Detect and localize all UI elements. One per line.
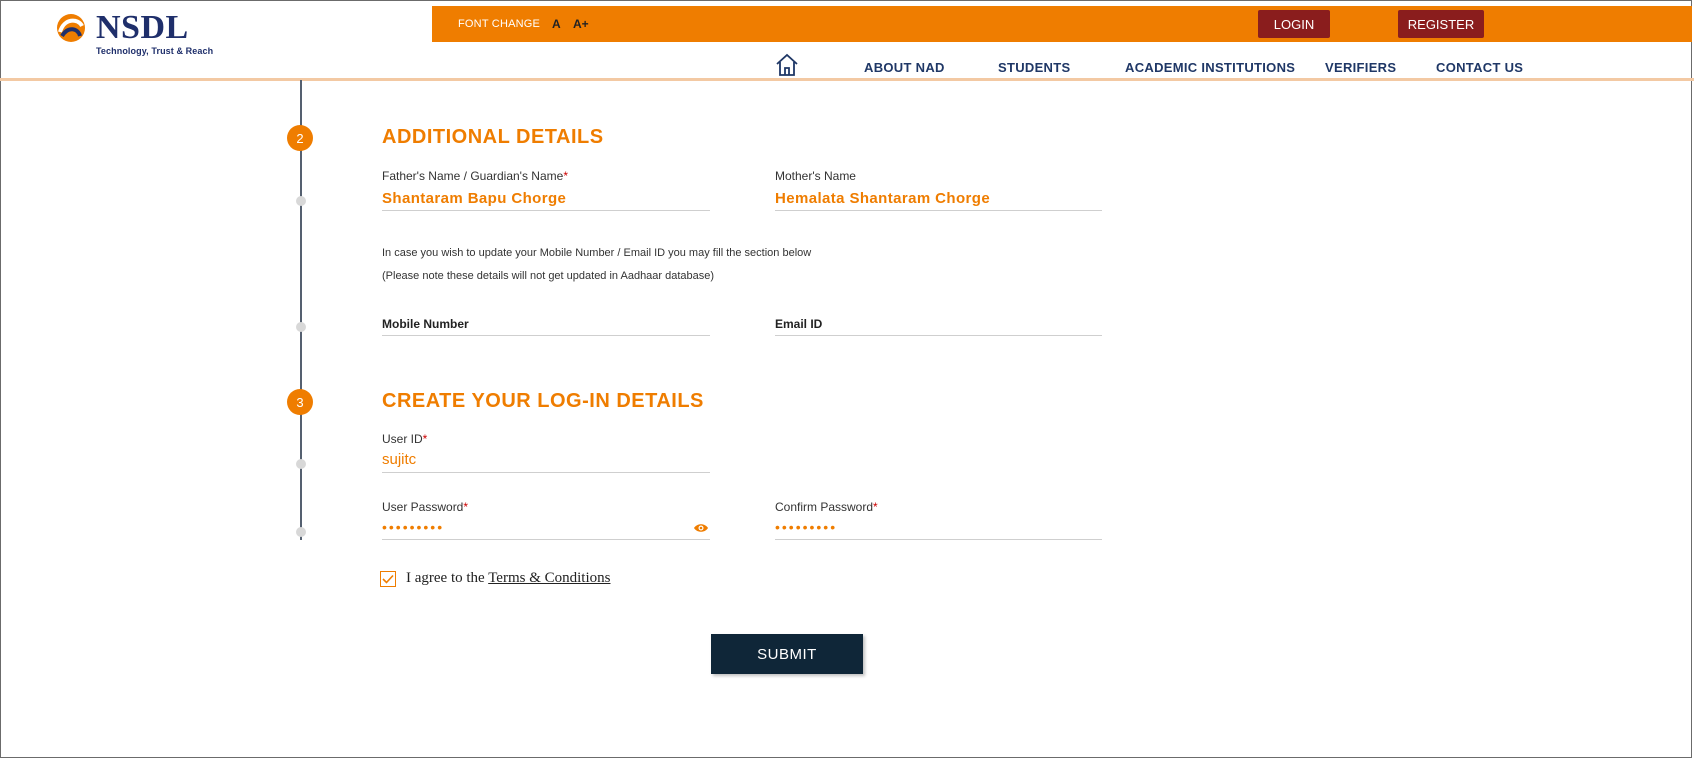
mobile-number-field[interactable]: Mobile Number [382,317,469,331]
mother-name-field[interactable]: Hemalata Shantaram Chorge [775,190,990,207]
confirm-password-label: Confirm Password* [775,500,878,514]
nav-about-nad[interactable]: ABOUT NAD [864,60,945,75]
checkmark-icon [382,574,394,584]
aadhaar-note: (Please note these details will not get … [382,270,715,282]
user-id-underline [382,472,710,473]
register-button[interactable]: REGISTER [1398,10,1484,38]
nav-academic-institutions[interactable]: ACADEMIC INSTITUTIONS [1125,60,1295,75]
user-password-field[interactable]: ••••••••• [382,519,444,535]
confirm-password-underline [775,539,1102,540]
nav-divider [0,78,1694,81]
step-3-badge: 3 [287,389,313,415]
nav-students[interactable]: STUDENTS [998,60,1070,75]
timeline-dot [296,527,306,537]
terms-agreement: I agree to the Terms & Conditions [380,570,610,587]
user-password-label: User Password* [382,500,469,514]
timeline-dot [296,459,306,469]
timeline-dot [296,322,306,332]
font-change-label: FONT CHANGE [458,18,541,30]
email-id-underline [775,335,1102,336]
home-icon[interactable] [774,53,800,77]
confirm-password-field[interactable]: ••••••••• [775,519,837,535]
user-id-field[interactable]: sujitc [382,451,416,468]
agree-text: I agree to the Terms & Conditions [406,570,611,586]
login-button[interactable]: LOGIN [1258,10,1330,38]
show-password-eye-icon[interactable] [693,521,709,533]
father-name-label: Father's Name / Guardian's Name* [382,169,568,183]
additional-details-title: ADDITIONAL DETAILS [382,126,604,148]
brand-name: NSDL [96,9,189,46]
father-name-underline [382,210,710,211]
email-id-field[interactable]: Email ID [775,317,822,331]
father-name-field[interactable]: Shantaram Bapu Chorge [382,190,566,207]
top-bar: FONT CHANGE A A+ LOGIN REGISTER [432,6,1692,42]
mother-name-label: Mother's Name [775,169,856,183]
nsdl-logo-mark-icon [52,12,90,44]
mobile-number-underline [382,335,710,336]
terms-link[interactable]: Terms & Conditions [488,570,610,586]
submit-button[interactable]: SUBMIT [711,634,863,674]
terms-checkbox[interactable] [380,570,396,587]
font-large-button[interactable]: A+ [573,17,589,31]
step-2-badge: 2 [287,125,313,151]
login-details-title: CREATE YOUR LOG-IN DETAILS [382,390,704,412]
main-nav: ABOUT NAD STUDENTS ACADEMIC INSTITUTIONS… [0,42,1694,80]
font-small-button[interactable]: A [552,17,561,31]
mother-name-underline [775,210,1102,211]
timeline-dot [296,196,306,206]
nav-contact-us[interactable]: CONTACT US [1436,60,1523,75]
user-id-label: User ID* [382,432,428,446]
update-note: In case you wish to update your Mobile N… [382,247,812,259]
user-password-underline [382,539,710,540]
nav-verifiers[interactable]: VERIFIERS [1325,60,1396,75]
